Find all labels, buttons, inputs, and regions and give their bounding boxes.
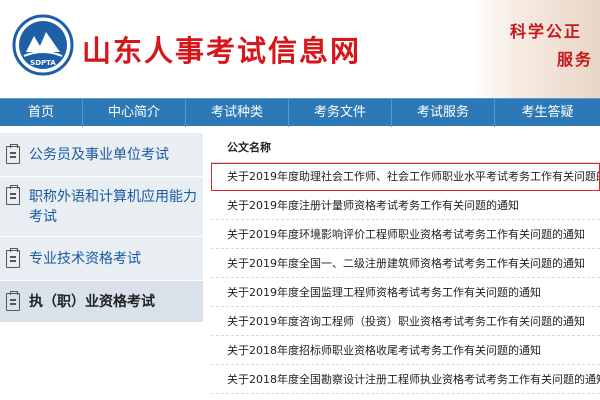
nav-candidate-qa[interactable]: 考生答疑	[495, 99, 600, 127]
sidebar-item-label: 职称外语和计算机应用能力考试	[29, 189, 197, 225]
list-item[interactable]: 关于2019年度全国监理工程师资格考试考务工作有关问题的通知	[211, 278, 600, 307]
column-header: 公文名称	[211, 133, 600, 163]
list-item[interactable]: 关于2019年度环境影响评价工程师职业资格考试考务工作有关问题的通知	[211, 220, 600, 249]
site-title[interactable]: 山东人事考试信息网	[82, 28, 361, 70]
list-item[interactable]: 关于2019年度咨询工程师（投资）职业资格考试考务工作有关问题的通知	[211, 307, 600, 336]
sidebar-item-foreign-language-computer[interactable]: 职称外语和计算机应用能力考试	[0, 177, 203, 237]
list-item[interactable]: 关于2019年度助理社会工作师、社会工作师职业水平考试考务工作有关问题的通知	[211, 163, 600, 191]
logo-text: SDPTA	[30, 59, 56, 67]
document-icon	[6, 144, 20, 164]
document-icon	[6, 185, 20, 205]
document-icon	[6, 291, 20, 311]
list-item[interactable]: 关于2018年度全国勘察设计注册工程师执业资格考试考务工作有关问题的通知	[211, 365, 600, 394]
document-icon	[6, 248, 20, 268]
slogan-line-1: 科学公正	[510, 22, 583, 41]
nav-home[interactable]: 首页	[0, 99, 83, 127]
list-item[interactable]: 关于2018年度招标师职业资格收尾考试考务工作有关问题的通知	[211, 336, 600, 365]
nav-exam-types[interactable]: 考试种类	[186, 99, 289, 127]
sidebar: 公务员及事业单位考试 职称外语和计算机应用能力考试 专业技术资格考试 执（职）业…	[0, 133, 203, 323]
sidebar-item-label: 执（职）业资格考试	[29, 294, 155, 310]
sidebar-item-professional-qualification[interactable]: 专业技术资格考试	[0, 237, 203, 281]
nav-exam-documents[interactable]: 考务文件	[289, 99, 392, 127]
nav-about[interactable]: 中心简介	[83, 99, 186, 127]
sdpta-logo[interactable]: SDPTA	[12, 14, 74, 76]
list-item[interactable]: 关于2019年度注册计量师资格考试考务工作有关问题的通知	[211, 191, 600, 220]
sidebar-item-civil-service[interactable]: 公务员及事业单位考试	[0, 133, 203, 177]
nav-exam-services[interactable]: 考试服务	[392, 99, 495, 127]
sidebar-item-label: 公务员及事业单位考试	[29, 147, 169, 163]
site-header: SDPTA 山东人事考试信息网 科学公正 服务	[0, 0, 600, 98]
list-item[interactable]: 关于2019年度全国一、二级注册建筑师资格考试考务工作有关问题的通知	[211, 249, 600, 278]
sidebar-item-label: 专业技术资格考试	[29, 251, 141, 267]
slogan-line-2: 服务	[557, 50, 594, 69]
main-navbar: 首页 中心简介 考试种类 考务文件 考试服务 考生答疑	[0, 98, 600, 127]
sidebar-item-practicing-qualification[interactable]: 执（职）业资格考试	[0, 281, 203, 323]
document-list: 公文名称 关于2019年度助理社会工作师、社会工作师职业水平考试考务工作有关问题…	[211, 133, 600, 394]
